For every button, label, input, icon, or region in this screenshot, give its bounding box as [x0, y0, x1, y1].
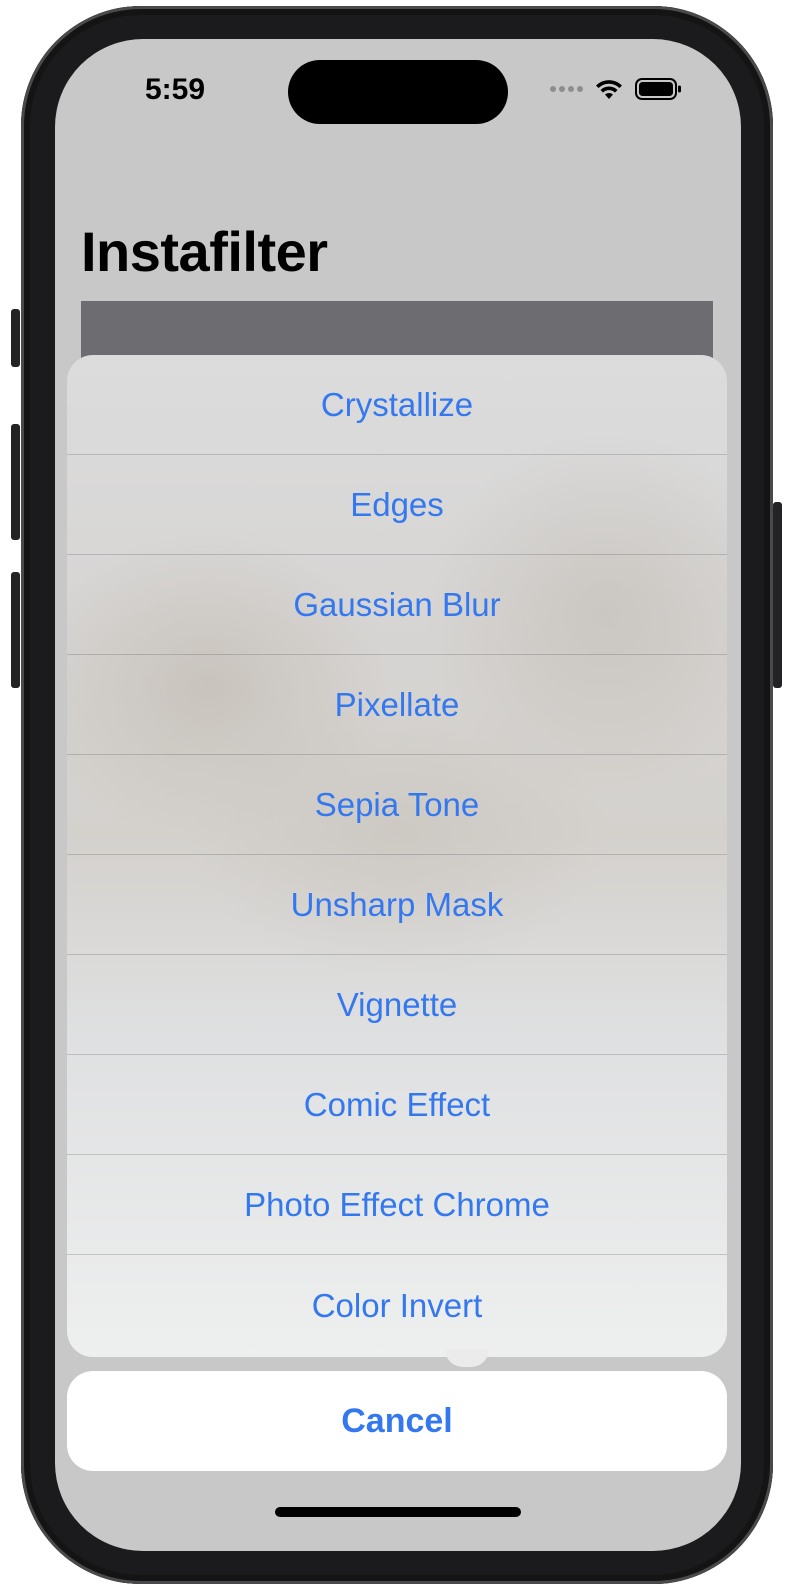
slider-thumb-peek — [445, 1349, 489, 1367]
action-button — [11, 309, 20, 367]
status-time: 5:59 — [145, 73, 206, 106]
volume-up-button — [11, 424, 20, 540]
battery-icon — [635, 78, 681, 100]
filter-option-comic-effect[interactable]: Comic Effect — [67, 1055, 727, 1155]
filter-option-sepia-tone[interactable]: Sepia Tone — [67, 755, 727, 855]
status-icons — [549, 77, 683, 101]
filter-option-edges[interactable]: Edges — [67, 455, 727, 555]
wifi-icon — [596, 80, 622, 99]
filter-option-color-invert[interactable]: Color Invert — [67, 1255, 727, 1357]
filter-option-crystallize[interactable]: Crystallize — [67, 355, 727, 455]
filter-option-photo-effect-chrome[interactable]: Photo Effect Chrome — [67, 1155, 727, 1255]
page-title: Instafilter — [81, 220, 328, 283]
filter-option-unsharp-mask[interactable]: Unsharp Mask — [67, 855, 727, 955]
dynamic-island — [288, 60, 508, 124]
power-button — [773, 502, 782, 688]
signal-dots-icon — [550, 86, 583, 92]
cancel-button[interactable]: Cancel — [67, 1371, 727, 1471]
action-sheet: Crystallize Edges Gaussian Blur Pixellat… — [67, 355, 727, 1357]
volume-down-button — [11, 572, 20, 688]
home-indicator[interactable] — [275, 1507, 521, 1517]
screen: 5:59 Instafilter Crystallize Edges Gauss… — [55, 39, 741, 1551]
filter-option-pixellate[interactable]: Pixellate — [67, 655, 727, 755]
filter-option-vignette[interactable]: Vignette — [67, 955, 727, 1055]
filter-option-gaussian-blur[interactable]: Gaussian Blur — [67, 555, 727, 655]
